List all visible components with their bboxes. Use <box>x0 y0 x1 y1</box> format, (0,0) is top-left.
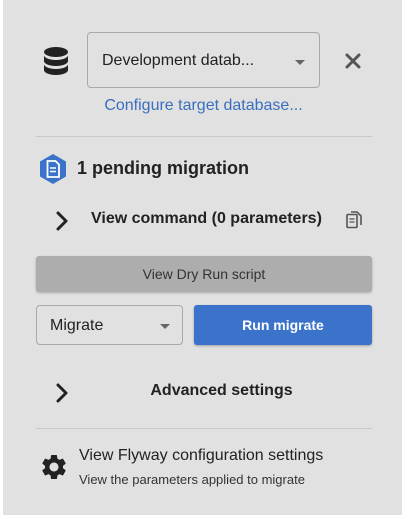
view-command-toggle[interactable]: View command (0 parameters) <box>91 210 322 228</box>
dropdown-arrow-icon <box>295 60 305 65</box>
configure-target-database-link[interactable]: Configure target database... <box>87 97 320 115</box>
pending-migration-title: 1 pending migration <box>77 158 250 178</box>
flyway-config-description: View the parameters applied to migrate <box>79 472 305 487</box>
copy-icon[interactable] <box>346 211 362 229</box>
command-select-value: Migrate <box>50 317 104 334</box>
divider <box>36 428 372 429</box>
chevron-right-icon[interactable] <box>55 382 69 404</box>
view-dry-run-button[interactable]: View Dry Run script <box>36 256 372 292</box>
dropdown-arrow-icon <box>160 324 170 329</box>
view-flyway-config-link[interactable]: View Flyway configuration settings <box>79 447 323 465</box>
database-icon <box>44 47 68 75</box>
chevron-right-icon[interactable] <box>55 210 69 232</box>
target-database-select[interactable]: Development datab... <box>87 32 320 88</box>
close-icon[interactable] <box>343 51 363 71</box>
run-migrate-button[interactable]: Run migrate <box>194 305 372 345</box>
gear-icon[interactable] <box>39 452 69 482</box>
advanced-settings-toggle[interactable]: Advanced settings <box>83 382 360 400</box>
command-select[interactable]: Migrate <box>36 305 183 345</box>
migration-panel: Development datab... Configure target da… <box>3 0 402 515</box>
divider <box>36 136 372 137</box>
target-database-value: Development datab... <box>102 52 255 69</box>
document-badge-icon <box>40 154 66 184</box>
